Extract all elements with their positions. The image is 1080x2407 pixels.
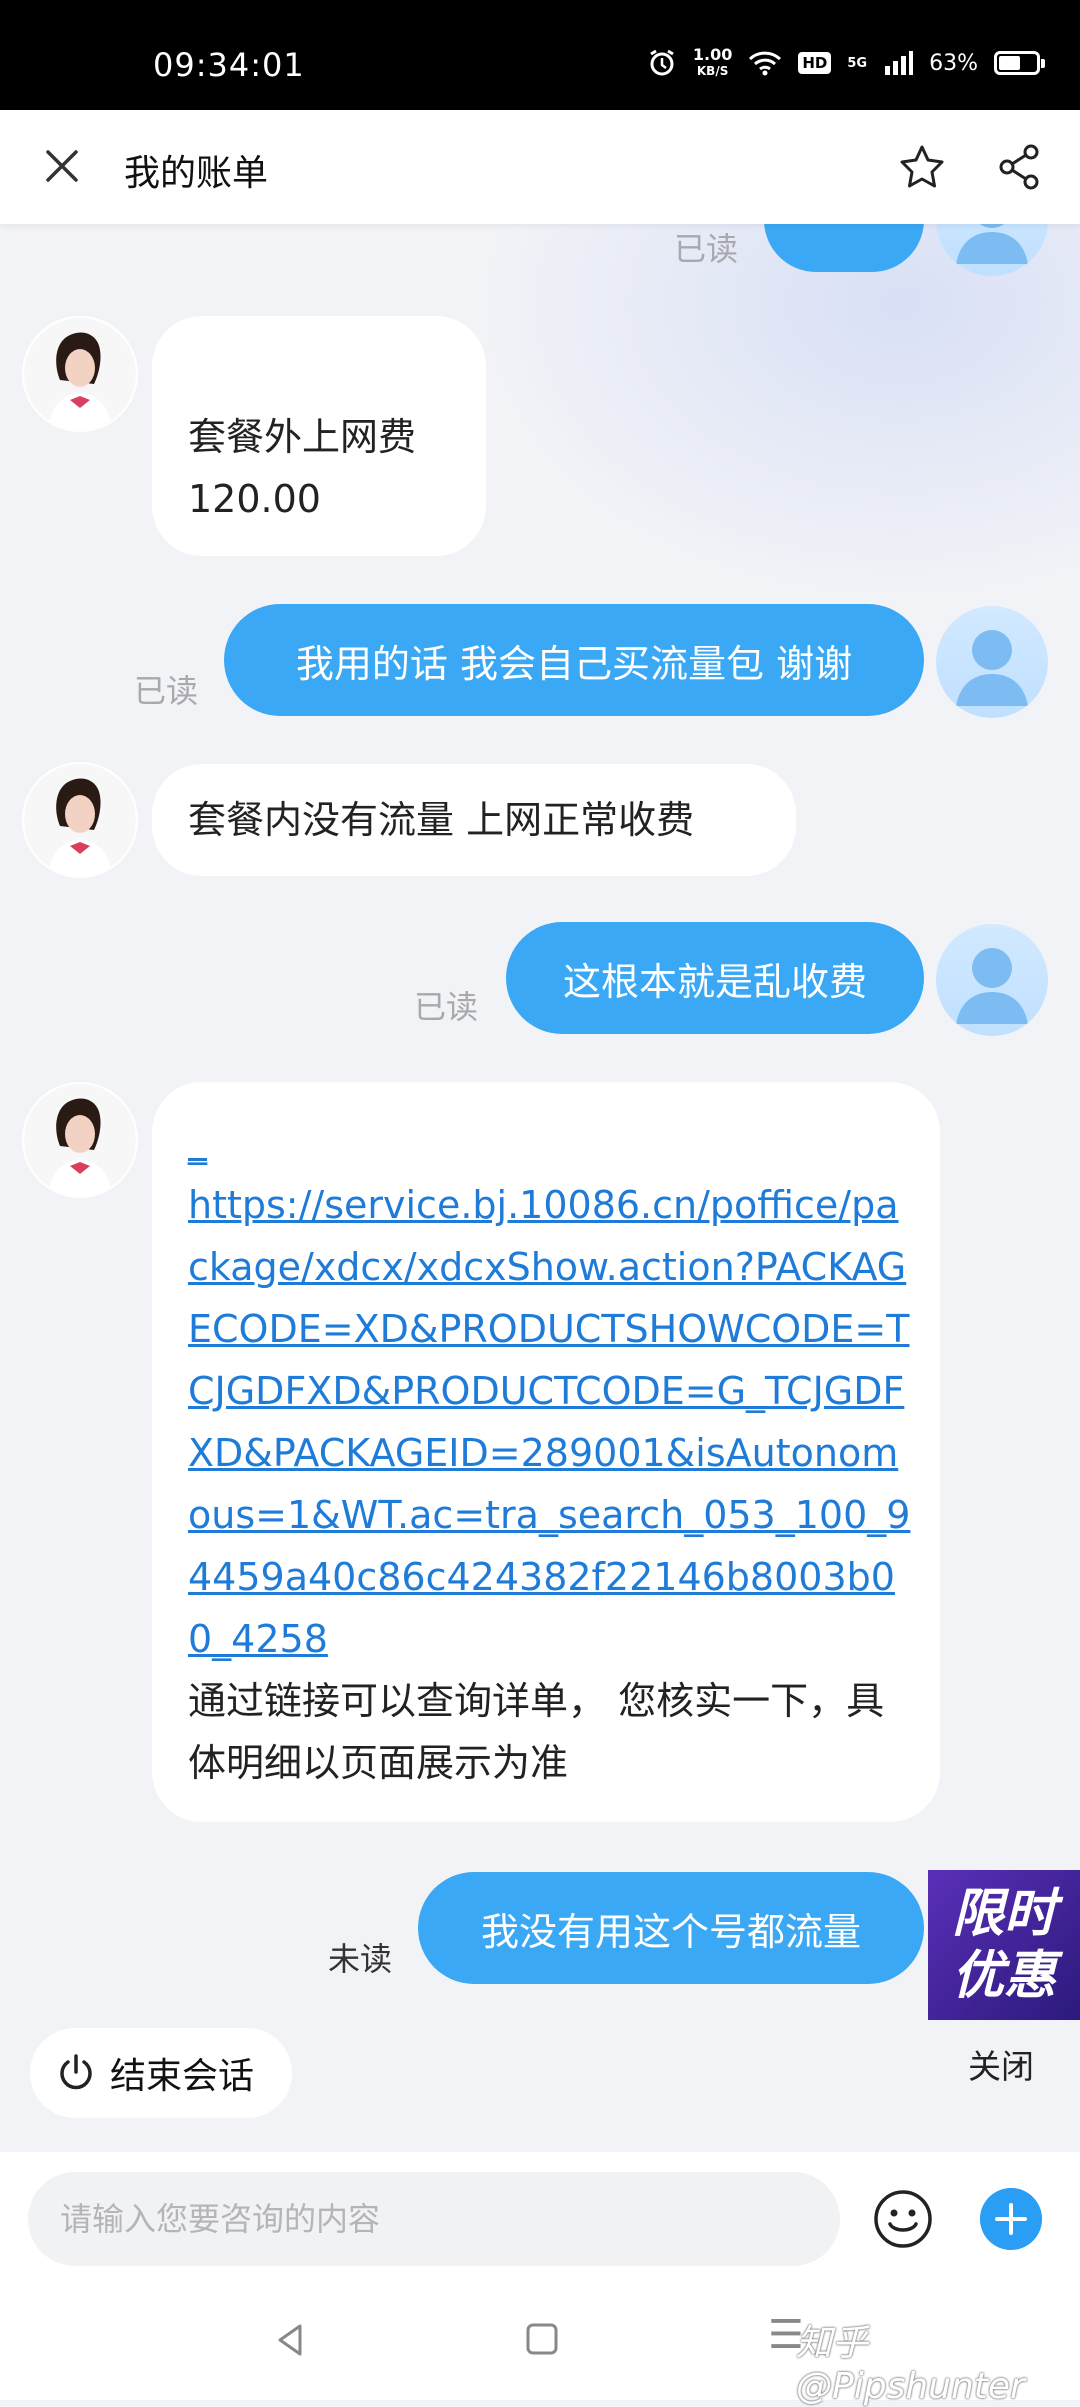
plus-icon[interactable] bbox=[980, 2188, 1042, 2250]
emoji-icon[interactable] bbox=[872, 2188, 934, 2250]
agent-message-bubble: 套餐内没有流量 上网正常收费 bbox=[152, 764, 796, 876]
app-bar: 我的账单 bbox=[0, 110, 1080, 224]
limited-offer-banner[interactable]: 限时 优惠 bbox=[928, 1870, 1080, 2020]
input-bar bbox=[0, 2152, 1080, 2280]
status-bar: 09:34:01 1.00 KB/S HD 5G 63% bbox=[0, 0, 1080, 110]
system-nav-bar: ☰ 知乎 @Pipshunter bbox=[0, 2280, 1080, 2407]
user-message-bubble: 我没有用这个号都流量 bbox=[418, 1872, 924, 1984]
status-time: 09:34:01 bbox=[153, 46, 305, 84]
user-avatar bbox=[936, 606, 1048, 718]
unread-status: 未读 bbox=[328, 1940, 393, 1978]
home-icon[interactable] bbox=[525, 2322, 559, 2356]
user-avatar-icon bbox=[956, 630, 1028, 706]
star-icon[interactable] bbox=[897, 142, 947, 192]
watermark: 知乎 @Pipshunter bbox=[796, 2323, 1025, 2407]
user-message-bubble: 我用的话 我会自己买流量包 谢谢 bbox=[224, 604, 924, 716]
link-lead[interactable]: _ bbox=[188, 1112, 912, 1174]
end-session-button[interactable]: 结束会话 bbox=[30, 2028, 292, 2118]
user-avatar bbox=[936, 924, 1048, 1036]
read-status: 已读 bbox=[674, 230, 739, 268]
agent-avatar-image bbox=[24, 1084, 136, 1196]
message-text: 通过链接可以查询详单， 您核实一下，具体明细以页面展示为准 bbox=[188, 1679, 885, 1785]
back-icon[interactable] bbox=[270, 2320, 310, 2360]
battery-fill bbox=[999, 56, 1021, 70]
hd-badge: HD bbox=[798, 52, 832, 74]
agent-message-bubble: _ https://service.bj.10086.cn/poffice/pa… bbox=[152, 1082, 940, 1822]
share-icon[interactable] bbox=[994, 142, 1044, 192]
read-status: 已读 bbox=[414, 988, 479, 1026]
chat-area[interactable]: 已读 套餐外上网费 120.00 已读 我用的话 我会自己买流量包 谢谢 套餐内… bbox=[0, 224, 1080, 2152]
status-icons: 1.00 KB/S HD 5G 63% bbox=[647, 45, 1045, 80]
battery-icon bbox=[994, 51, 1045, 75]
agent-avatar-image bbox=[24, 318, 136, 430]
network-type: 5G bbox=[847, 55, 868, 71]
alarm-icon bbox=[650, 49, 674, 76]
user-avatar-icon bbox=[956, 948, 1028, 1024]
promo-line1: 限时 bbox=[951, 1884, 1056, 1944]
agent-message-bubble: 套餐外上网费 120.00 bbox=[152, 316, 486, 556]
page-title: 我的账单 bbox=[124, 153, 269, 194]
promo-line2: 优惠 bbox=[951, 1946, 1056, 2006]
end-session-label: 结束会话 bbox=[110, 2056, 255, 2097]
agent-avatar-image bbox=[24, 764, 136, 876]
close-icon[interactable] bbox=[42, 146, 82, 186]
signal-icon bbox=[885, 51, 914, 75]
message-input[interactable] bbox=[28, 2172, 840, 2266]
agent-avatar bbox=[24, 764, 136, 876]
user-avatar bbox=[936, 224, 1048, 276]
bill-detail-link[interactable]: https://service.bj.10086.cn/poffice/pack… bbox=[188, 1174, 912, 1670]
network-speed: 1.00 KB/S bbox=[692, 45, 733, 78]
power-icon bbox=[60, 2054, 92, 2090]
user-message-bubble: 这根本就是乱收费 bbox=[506, 922, 924, 1034]
agent-avatar bbox=[24, 1084, 136, 1196]
agent-avatar bbox=[24, 318, 136, 430]
promo-close-button[interactable]: 关闭 bbox=[968, 2040, 1034, 2088]
wifi-icon bbox=[749, 51, 782, 76]
user-avatar-icon bbox=[956, 224, 1028, 264]
user-message-bubble bbox=[764, 224, 924, 272]
read-status: 已读 bbox=[134, 672, 199, 710]
battery-percent: 63% bbox=[929, 50, 978, 76]
